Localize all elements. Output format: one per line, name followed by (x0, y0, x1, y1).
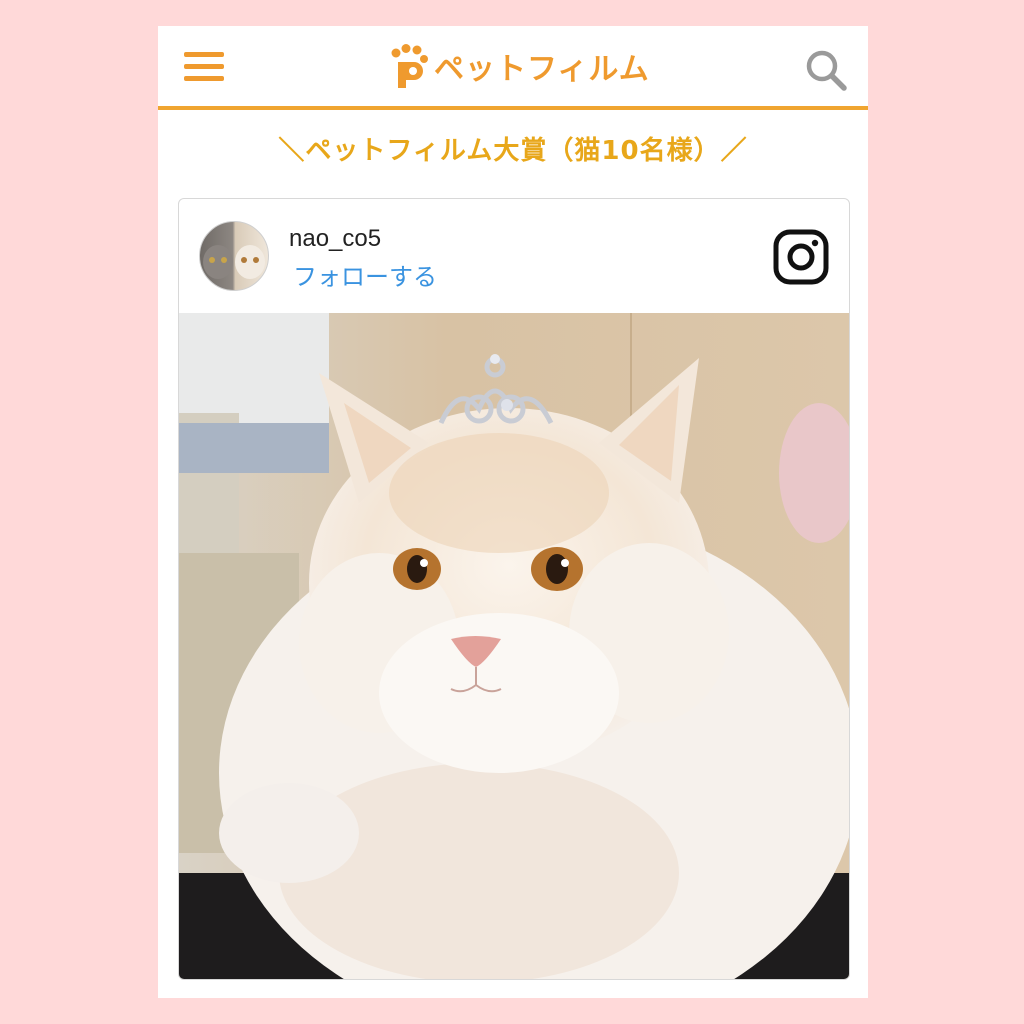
cat-with-tiara-photo (179, 313, 849, 979)
instagram-post-card: nao_co5 フォローする (178, 198, 850, 980)
username[interactable]: nao_co5 (289, 225, 381, 253)
paw-logo-icon (391, 44, 428, 88)
logo-text: ペットフィルム (434, 52, 650, 87)
award-banner: ＼ペットフィルム大賞（猫10名様）／ (278, 136, 748, 166)
avatar[interactable] (199, 221, 269, 291)
phone-screen: ペットフィルム ＼ペットフィルム大賞（猫10名様）／ nao_co5 フォローす… (158, 26, 868, 998)
follow-button[interactable]: フォローする (293, 257, 437, 292)
site-header: ペットフィルム (158, 26, 868, 110)
site-logo[interactable]: ペットフィルム (388, 44, 650, 88)
instagram-icon[interactable] (773, 229, 829, 285)
avatar-image (203, 245, 265, 279)
search-icon[interactable] (804, 48, 848, 92)
post-photo[interactable] (179, 313, 849, 979)
hamburger-menu-icon[interactable] (184, 50, 224, 84)
